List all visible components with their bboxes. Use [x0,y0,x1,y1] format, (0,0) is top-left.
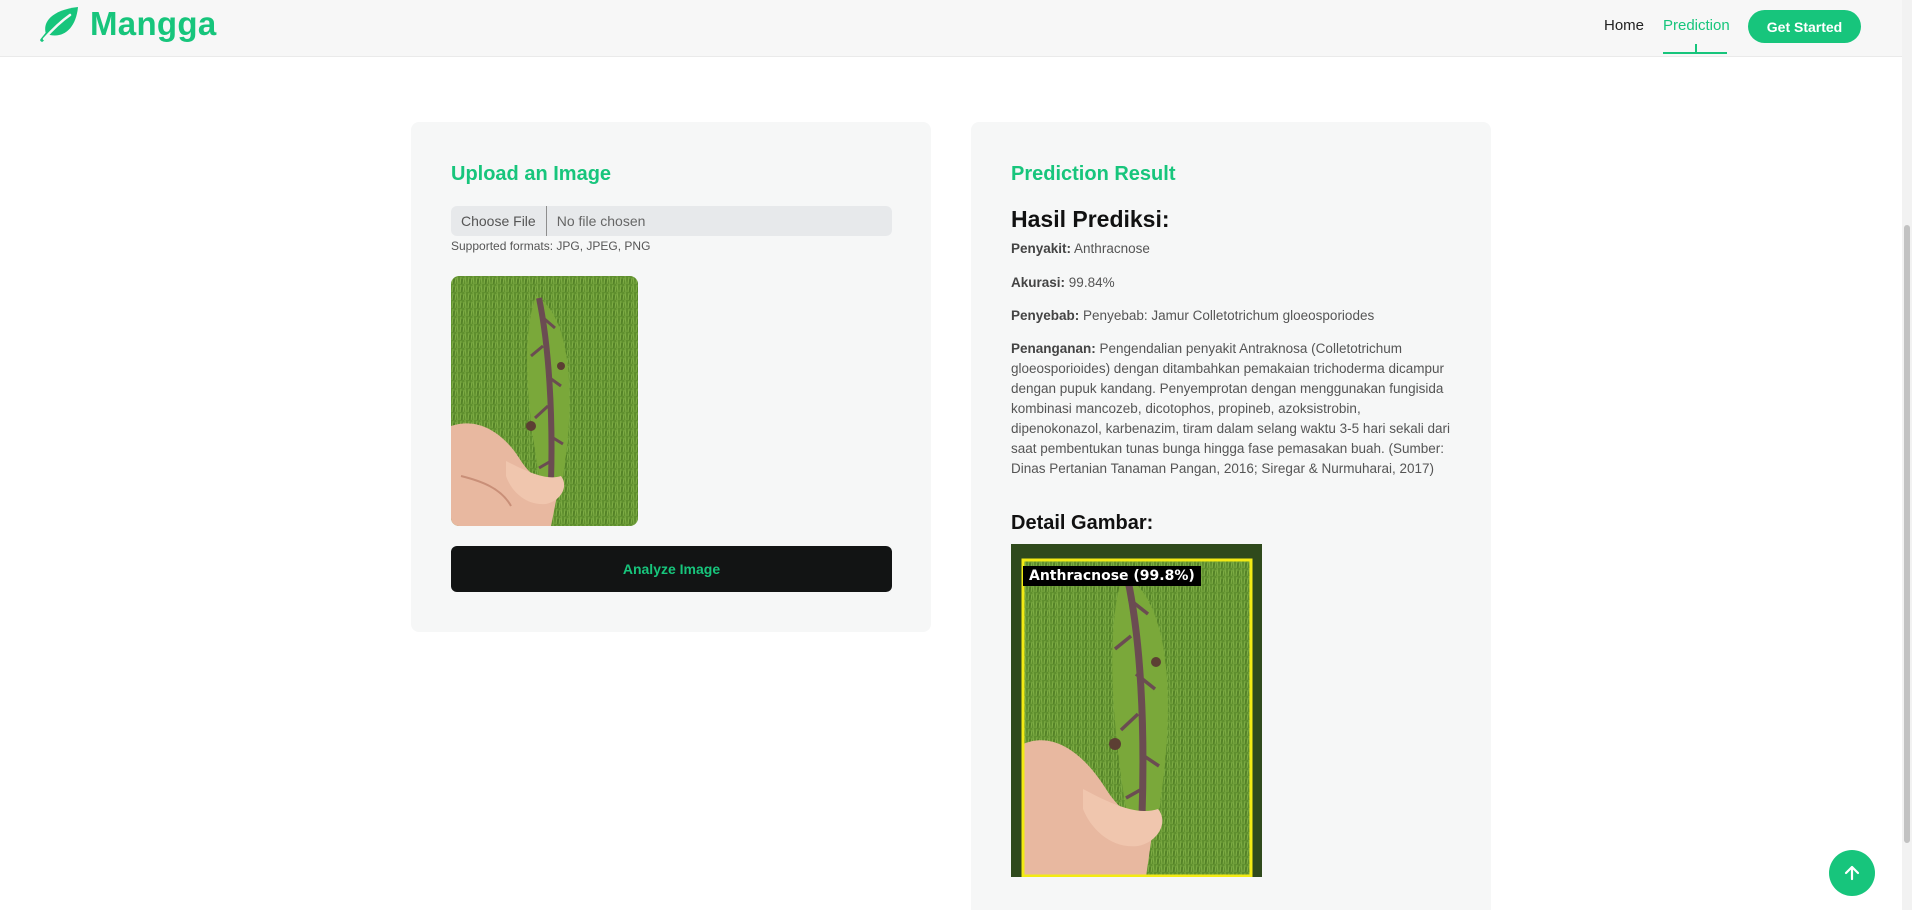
nav-home-link[interactable]: Home [1604,17,1644,34]
get-started-button[interactable]: Get Started [1748,10,1861,43]
uploaded-image-preview [451,276,638,526]
supported-formats: Supported formats: JPG, JPEG, PNG [451,239,651,253]
treatment-label: Penanganan: [1011,341,1096,356]
result-card: Prediction Result Hasil Prediksi: Penyak… [971,122,1491,910]
detection-image [1011,544,1262,877]
brand-name: Mangga [90,5,217,42]
result-title: Prediction Result [1011,163,1176,185]
nav-active-tick [1695,44,1697,52]
disease-value: Anthracnose [1074,241,1150,256]
disease-label: Penyakit: [1011,241,1072,256]
treatment-row: Penanganan: Pengendalian penyakit Antrak… [1011,339,1451,479]
scroll-top-button[interactable] [1829,850,1875,896]
accuracy-value: 99.84% [1068,275,1115,290]
cause-label: Penyebab: [1011,308,1080,323]
treatment-value: Pengendalian penyakit Antraknosa (Collet… [1011,341,1450,476]
result-heading: Hasil Prediksi: [1011,206,1170,232]
accuracy-label: Akurasi: [1011,275,1066,290]
upload-title: Upload an Image [451,163,612,185]
analyze-image-button[interactable]: Analyze Image [451,546,892,592]
accuracy-row: Akurasi: 99.84% [1011,273,1451,293]
nav-prediction-link[interactable]: Prediction [1663,17,1730,34]
leaf-icon [40,7,78,42]
detail-heading: Detail Gambar: [1011,512,1154,534]
disease-row: Penyakit: Anthracnose [1011,239,1451,259]
brand-logo[interactable]: Mangga [38,4,216,44]
nav-active-underline [1663,52,1727,54]
upload-card: Upload an Image Choose File No file chos… [411,122,931,632]
scrollbar-thumb[interactable] [1904,225,1910,843]
cause-value: Penyebab: Jamur Colletotrichum gloeospor… [1083,308,1375,323]
file-input[interactable]: Choose File No file chosen [451,206,892,236]
cause-row: Penyebab: Penyebab: Jamur Colletotrichum… [1011,306,1451,326]
detection-label: Anthracnose (99.8%) [1029,568,1195,584]
file-status: No file chosen [556,213,646,229]
choose-file-button[interactable]: Choose File [451,206,547,236]
detection-label-box: Anthracnose (99.8%) [1023,566,1201,586]
arrow-up-icon [1844,865,1860,881]
